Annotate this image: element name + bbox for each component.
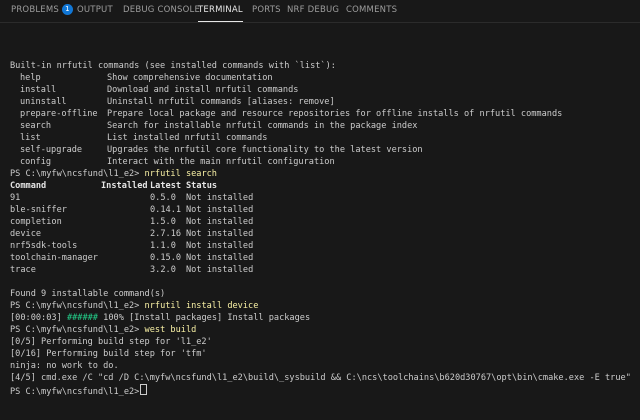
row-status: Not installed — [186, 205, 254, 215]
install-time: [00:00:03] — [10, 313, 62, 323]
prompt: PS C:\myfw\ncsfund\l1_e2> — [10, 325, 140, 335]
prompt-line: PS C:\myfw\ncsfund\l1_e2> nrfutil instal… — [10, 300, 258, 312]
builtin-desc: Show comprehensive documentation — [107, 73, 273, 83]
col-latest: Latest — [150, 181, 182, 191]
table-row: toolchain-manager 0.15.0 Not installed — [10, 252, 253, 264]
row-command: ble-sniffer — [10, 205, 67, 215]
builtin-name: config — [20, 157, 52, 167]
terminal-output[interactable]: Built-in nrfutil commands (see installed… — [0, 23, 640, 420]
row-status: Not installed — [186, 229, 254, 239]
table-row: 91 0.5.0 Not installed — [10, 192, 253, 204]
table-row: nrf5sdk-tools 1.1.0 Not installed — [10, 240, 253, 252]
row-latest: 3.2.0 — [150, 265, 176, 275]
tab-nrf-debug[interactable]: NRF DEBUG — [287, 0, 339, 21]
problems-count-badge: 1 — [62, 4, 73, 15]
row-command: toolchain-manager — [10, 253, 98, 263]
row-latest: 2.7.16 — [150, 229, 182, 239]
build-output-line: [0/16] Performing build step for 'tfm' — [10, 349, 207, 359]
row-latest: 0.15.0 — [150, 253, 182, 263]
col-status: Status — [186, 181, 218, 191]
builtin-desc: List installed nrfutil commands — [107, 133, 268, 143]
builtin-desc: Search for installable nrfutil commands … — [107, 121, 418, 131]
row-command: nrf5sdk-tools — [10, 241, 78, 251]
row-command: 91 — [10, 193, 21, 203]
builtin-desc: Uninstall nrfutil commands [aliases: rem… — [107, 97, 335, 107]
row-latest: 0.5.0 — [150, 193, 176, 203]
row-command: completion — [10, 217, 62, 227]
tab-problems[interactable]: PROBLEMS 1 — [11, 0, 73, 21]
prompt-line: PS C:\myfw\ncsfund\l1_e2> west build — [10, 324, 196, 336]
builtin-name: prepare-offline — [20, 109, 98, 119]
builtin-desc: Interact with the main nrfutil configura… — [107, 157, 335, 167]
prompt: PS C:\myfw\ncsfund\l1_e2> — [10, 387, 140, 397]
tab-terminal[interactable]: TERMINAL — [198, 0, 243, 22]
build-output-line: [4/5] cmd.exe /C "cd /D C:\myfw\ncsfund\… — [10, 373, 631, 383]
row-latest: 1.1.0 — [150, 241, 176, 251]
table-row: completion 1.5.0 Not installed — [10, 216, 253, 228]
install-progress-line: [00:00:03] ###### 100% [Install packages… — [10, 312, 310, 324]
row-status: Not installed — [186, 265, 254, 275]
row-command: device — [10, 229, 42, 239]
table-row: ble-sniffer 0.14.1 Not installed — [10, 204, 253, 216]
install-status: 100% [Install packages] Install packages — [103, 313, 311, 323]
tab-debug-console[interactable]: DEBUG CONSOLE — [123, 0, 200, 21]
panel-tab-bar: PROBLEMS 1 OUTPUT DEBUG CONSOLE TERMINAL … — [0, 0, 640, 23]
table-row: device 2.7.16 Not installed — [10, 228, 253, 240]
tab-output[interactable]: OUTPUT — [77, 0, 113, 21]
col-command: Command — [10, 181, 47, 191]
builtin-name: help — [20, 73, 41, 83]
command-build: west build — [144, 325, 197, 335]
builtin-desc: Upgrades the nrfutil core functionality … — [107, 145, 423, 155]
builtin-commands-header: Built-in nrfutil commands (see installed… — [10, 61, 336, 71]
search-table-header: Command Installed Latest Status — [10, 180, 217, 192]
active-prompt-line[interactable]: PS C:\myfw\ncsfund\l1_e2> — [10, 384, 148, 397]
found-count-text: Found 9 installable command(s) — [10, 289, 166, 299]
tab-comments[interactable]: COMMENTS — [346, 0, 397, 21]
row-latest: 1.5.0 — [150, 217, 176, 227]
builtin-desc: Prepare local package and resource repos… — [107, 109, 563, 119]
row-status: Not installed — [186, 253, 254, 263]
row-command: trace — [10, 265, 36, 275]
builtin-name: uninstall — [20, 97, 67, 107]
row-status: Not installed — [186, 217, 254, 227]
tab-ports[interactable]: PORTS — [252, 0, 281, 21]
tab-problems-label: PROBLEMS — [11, 5, 59, 15]
row-latest: 0.14.1 — [150, 205, 182, 215]
command-search: nrfutil search — [144, 169, 217, 179]
row-status: Not installed — [186, 193, 254, 203]
command-install: nrfutil install device — [144, 301, 259, 311]
table-row: trace 3.2.0 Not installed — [10, 264, 253, 276]
install-progress-bar: ###### — [66, 313, 98, 323]
row-status: Not installed — [186, 241, 254, 251]
builtin-name: list — [20, 133, 41, 143]
prompt: PS C:\myfw\ncsfund\l1_e2> — [10, 169, 140, 179]
terminal-cursor — [140, 384, 148, 395]
build-output-line: [0/5] Performing build step for 'l1_e2' — [10, 337, 212, 347]
prompt-line: PS C:\myfw\ncsfund\l1_e2> nrfutil search — [10, 168, 217, 180]
col-installed: Installed — [101, 181, 148, 191]
prompt: PS C:\myfw\ncsfund\l1_e2> — [10, 301, 140, 311]
builtin-name: install — [20, 85, 57, 95]
builtin-name: search — [20, 121, 52, 131]
build-output-line: ninja: no work to do. — [10, 361, 119, 371]
builtin-desc: Download and install nrfutil commands — [107, 85, 299, 95]
builtin-name: self-upgrade — [20, 145, 83, 155]
